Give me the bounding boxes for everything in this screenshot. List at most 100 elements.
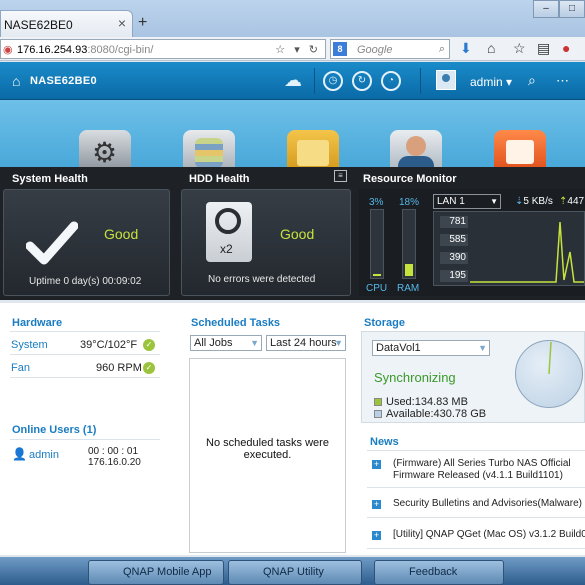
dashboard-top: System Health Good Uptime 0 day(s) 00:09…: [0, 167, 585, 300]
bookmarks-icon[interactable]: ▤: [537, 40, 550, 57]
chevron-down-icon: ▼: [334, 338, 343, 348]
avatar[interactable]: [436, 70, 456, 90]
divider: [10, 331, 160, 332]
control-panel-icon[interactable]: ⚙: [79, 130, 131, 170]
y-tick: 390: [440, 252, 468, 264]
expand-icon[interactable]: +: [372, 460, 381, 469]
used-legend-swatch: [374, 398, 382, 406]
news-item[interactable]: (Firmware) All Series Turbo NAS Official…: [393, 458, 585, 482]
hardware-title: Hardware: [12, 317, 63, 329]
taskbar-item[interactable]: QNAP Mobile App: [88, 560, 224, 585]
network-graph: 781 585 390 195: [433, 211, 585, 286]
system-temp-label: System: [11, 339, 48, 351]
system-health-title: System Health: [12, 173, 88, 185]
taskbar-item[interactable]: Feedback: [374, 560, 504, 585]
url-text: 176.16.254.93:8080/cgi-bin/: [17, 44, 154, 56]
qts-header: ⌂ NASE62BE0 ☁ ◷ ↻ ◔ admin ▾ ⌕ ⋯: [0, 62, 585, 100]
system-health-card[interactable]: Good Uptime 0 day(s) 00:09:02: [3, 189, 170, 296]
address-bar[interactable]: ◉ 176.16.254.93:8080/cgi-bin/ ☆ ▾ ↻: [0, 39, 326, 59]
url-actions[interactable]: ☆ ▾ ↻: [275, 43, 321, 56]
tab-title: NASE62BE0: [4, 18, 73, 32]
nas-name: NASE62BE0: [30, 75, 97, 87]
chevron-down-icon: ▼: [250, 338, 259, 348]
download-speed: ⇣5 KB/s: [515, 196, 553, 207]
dashboard-bottom: Hardware System 39°C/102°F ✓ Fan 960 RPM…: [0, 303, 585, 555]
more-icon[interactable]: ⋯: [556, 73, 569, 89]
divider: [367, 548, 585, 549]
storage-pie-chart: [515, 340, 583, 408]
news-title: News: [370, 436, 399, 448]
divider: [420, 68, 421, 94]
user-icon: 👤: [12, 447, 27, 461]
dashboard-icon[interactable]: ◔: [381, 71, 401, 91]
system-health-status: Good: [104, 226, 139, 242]
clock-icon[interactable]: ◷: [323, 71, 343, 91]
home-icon[interactable]: ⌂: [12, 73, 20, 89]
no-tasks-message: No scheduled tasks were executed.: [206, 437, 329, 461]
expand-icon[interactable]: +: [372, 500, 381, 509]
hdd-health-card[interactable]: x2 Good No errors were detected: [181, 189, 351, 296]
scheduled-tasks-title: Scheduled Tasks: [191, 317, 281, 329]
sync-status: Synchronizing: [374, 370, 456, 385]
download-icon[interactable]: ⬇: [460, 40, 472, 57]
storage-title: Storage: [364, 317, 405, 329]
bookmark-star-icon[interactable]: ☆: [513, 40, 526, 57]
available-text: Available:430.78 GB: [386, 408, 487, 420]
os-taskbar: QNAP Mobile App QNAP Utility Feedback: [0, 557, 585, 585]
news-item[interactable]: [Utility] QNAP QGet (Mac OS) v3.1.2 Buil…: [393, 529, 585, 541]
close-tab-icon[interactable]: ×: [118, 15, 126, 31]
addon-icon[interactable]: ●: [562, 40, 570, 56]
sync-icon[interactable]: ↻: [352, 71, 372, 91]
volume-select[interactable]: DataVol1 ▼: [372, 340, 490, 356]
jobs-filter-select[interactable]: All Jobs ▼: [190, 335, 262, 351]
taskbar-item[interactable]: QNAP Utility: [228, 560, 362, 585]
hdd-icon: x2: [206, 202, 252, 262]
y-tick: 195: [440, 270, 468, 282]
new-tab-icon[interactable]: +: [138, 14, 147, 32]
hdd-health-status: Good: [280, 226, 315, 242]
search-icon[interactable]: ⌕: [528, 72, 536, 89]
divider: [10, 354, 160, 355]
user-menu[interactable]: admin ▾: [470, 75, 512, 89]
y-tick: 585: [440, 234, 468, 246]
ram-bar: [402, 209, 416, 279]
news-item[interactable]: Security Bulletins and Advisories(Malwar…: [393, 498, 585, 510]
browser-tabbar: NASE62BE0 × + – □: [0, 0, 585, 37]
cloud-icon[interactable]: ☁: [283, 71, 303, 91]
desktop: ⚙: [0, 100, 585, 170]
divider: [314, 68, 315, 94]
cpu-percent: 3%: [369, 197, 384, 208]
search-input[interactable]: 8 Google ⌕: [330, 39, 450, 59]
online-user-name[interactable]: admin: [29, 449, 59, 461]
search-icon[interactable]: ⌕: [439, 43, 445, 56]
time-range-select[interactable]: Last 24 hours ▼: [266, 335, 346, 351]
divider: [367, 517, 585, 518]
tasks-list: No scheduled tasks were executed.: [189, 358, 346, 553]
minimize-icon[interactable]: –: [533, 0, 559, 18]
maximize-icon[interactable]: □: [559, 0, 585, 18]
home-icon[interactable]: ⌂: [487, 40, 495, 56]
online-users-title: Online Users (1): [12, 424, 97, 436]
resource-monitor-card[interactable]: 3% 18% CPU RAM LAN 1 ▼ ⇣5 KB/s ⇡447 781 5…: [359, 189, 585, 296]
fan-value: 960 RPM: [96, 362, 142, 374]
google-icon[interactable]: 8: [333, 42, 347, 56]
ok-icon: ✓: [143, 339, 155, 351]
hdd-health-title: HDD Health: [189, 173, 250, 185]
file-station-icon[interactable]: [287, 130, 339, 170]
divider: [10, 377, 160, 378]
chevron-down-icon: ▼: [478, 343, 487, 353]
storage-manager-icon[interactable]: [183, 130, 235, 170]
y-tick: 781: [440, 216, 468, 228]
available-legend-swatch: [374, 410, 382, 418]
app-center-icon[interactable]: [494, 130, 546, 170]
help-desk-icon[interactable]: [390, 130, 442, 170]
ram-percent: 18%: [399, 197, 420, 208]
browser-tab[interactable]: NASE62BE0 ×: [0, 10, 133, 37]
lan-select[interactable]: LAN 1 ▼: [433, 194, 501, 209]
system-temp-value: 39°C/102°F: [80, 339, 138, 351]
expand-icon[interactable]: +: [372, 531, 381, 540]
browser-navbar: ◉ 176.16.254.93:8080/cgi-bin/ ☆ ▾ ↻ 8 Go…: [0, 37, 585, 61]
online-user-time: 00 : 00 : 01: [88, 446, 139, 457]
check-icon: [26, 221, 78, 265]
list-icon[interactable]: ≡: [334, 170, 347, 182]
